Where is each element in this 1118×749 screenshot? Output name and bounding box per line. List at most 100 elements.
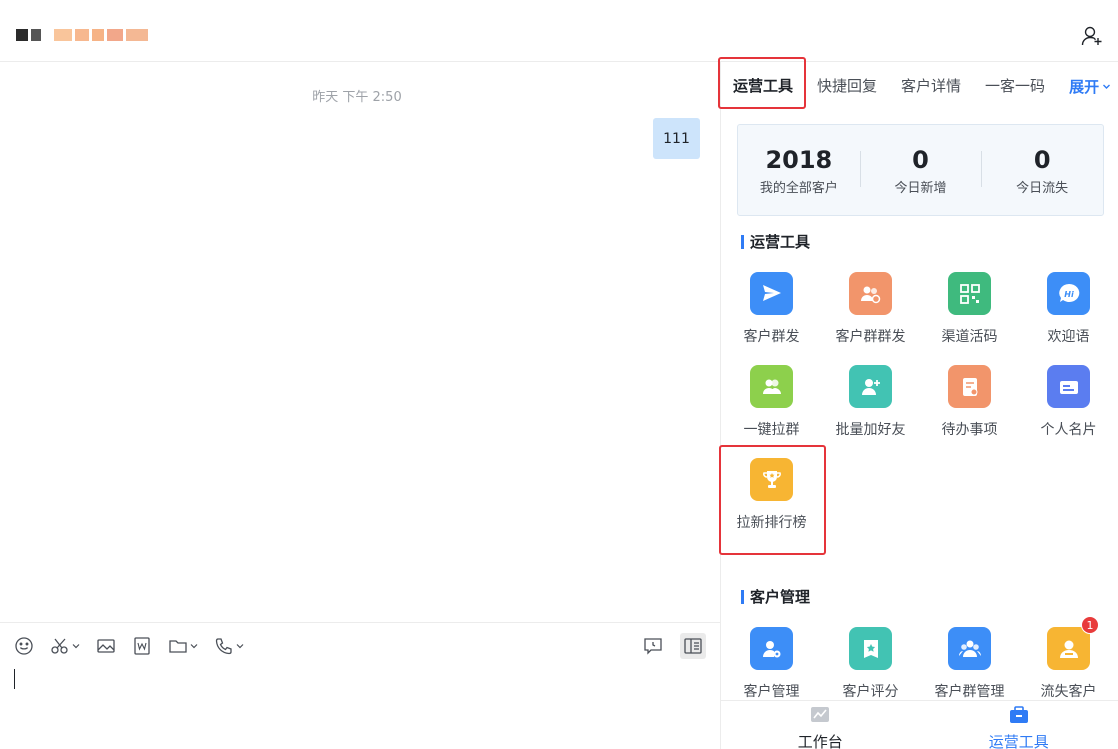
tool-tile[interactable]: 1 流失客户 — [1019, 616, 1118, 701]
tool-tile-label: 客户群群发 — [835, 329, 906, 345]
paper-plane-icon — [750, 272, 793, 315]
image-icon — [97, 639, 115, 653]
tool-tile[interactable]: 批量加好友 — [821, 365, 920, 439]
tool-tile[interactable]: 待办事项 — [920, 365, 1019, 439]
highlight-box-tab — [718, 57, 806, 109]
tool-tile-label: 一键拉群 — [743, 422, 800, 438]
tool-tile-label: 客户管理 — [743, 684, 800, 700]
message-bubble[interactable]: 111 — [653, 118, 700, 159]
tool-tile-label: 渠道活码 — [941, 329, 998, 345]
tool-tile-label: 流失客户 — [1040, 684, 1097, 700]
lost-user-icon: 1 — [1047, 616, 1099, 670]
tool-tile-label: 待办事项 — [941, 422, 998, 438]
message-timestamp: 昨天 下午 2:50 — [312, 90, 402, 105]
tool-tile-label: 个人名片 — [1040, 422, 1097, 438]
group-manage-icon — [948, 627, 991, 670]
tool-tile[interactable]: 客户评分 — [821, 627, 920, 701]
blurred-block — [31, 29, 41, 41]
expand-label: 展开 — [1069, 77, 1100, 96]
id-card-icon — [1047, 365, 1090, 408]
tool-tile[interactable]: 一键拉群 — [722, 365, 821, 439]
notification-badge: 1 — [1081, 616, 1099, 634]
tool-tile-label: 客户群发 — [743, 329, 800, 345]
stat-value: 0 — [1033, 145, 1051, 174]
blurred-block — [54, 29, 72, 41]
chat-area: 昨天 下午 2:50 111 — [0, 62, 720, 622]
tool-tile[interactable]: 渠道活码 — [920, 272, 1019, 346]
blurred-block — [16, 29, 28, 41]
qr-code-icon — [948, 272, 991, 315]
phone-icon — [215, 638, 232, 655]
expand-tabs-button[interactable]: 展开 — [1057, 76, 1111, 97]
nav-label: 工作台 — [797, 733, 843, 749]
blurred-block — [75, 29, 89, 41]
nav-workbench[interactable]: 工作台 — [721, 701, 920, 749]
chat-history-button[interactable] — [640, 633, 666, 659]
scissors-icon — [51, 638, 68, 654]
chevron-down-icon — [236, 644, 244, 649]
stat-value: 2018 — [765, 145, 833, 174]
side-panel-toggle[interactable] — [680, 633, 706, 659]
emoji-button[interactable] — [14, 636, 34, 656]
chat-history-icon — [644, 638, 662, 655]
section-title-operations: 运营工具 — [741, 233, 810, 251]
stat-label: 我的全部客户 — [759, 180, 838, 196]
nav-label: 运营工具 — [988, 733, 1049, 749]
chevron-down-icon — [1103, 84, 1111, 89]
stat-label: 今日新增 — [894, 180, 947, 196]
message-input-area — [0, 622, 720, 749]
file-button[interactable] — [168, 636, 198, 656]
group-send-icon — [849, 272, 892, 315]
user-gear-icon — [750, 627, 793, 670]
tool-tile[interactable]: 客户群管理 — [920, 627, 1019, 701]
chart-icon — [811, 707, 830, 722]
star-card-icon — [849, 627, 892, 670]
tab-customer-details[interactable]: 客户详情 — [889, 62, 973, 110]
stat-value: 0 — [912, 145, 929, 174]
stat-lost-today[interactable]: 0 今日流失 — [981, 145, 1103, 196]
tool-tile-label: 欢迎语 — [1047, 329, 1090, 345]
group-icon — [750, 365, 793, 408]
toolbox-icon — [1009, 706, 1028, 723]
word-doc-icon — [134, 637, 150, 655]
customer-stats-card: 2018 我的全部客户 0 今日新增 0 今日流失 — [737, 124, 1104, 216]
tool-tile-label: 客户群管理 — [934, 684, 1005, 700]
todo-icon — [948, 365, 991, 408]
blurred-block — [92, 29, 104, 41]
svg-text:Hi: Hi — [1064, 290, 1074, 299]
word-doc-button[interactable] — [132, 636, 152, 656]
tool-tile[interactable]: 客户管理 — [722, 627, 821, 701]
stat-label: 今日流失 — [1016, 180, 1069, 196]
tool-tile-label: 批量加好友 — [835, 422, 906, 438]
blurred-block — [126, 29, 148, 41]
text-cursor[interactable] — [14, 669, 15, 689]
header — [0, 0, 1118, 62]
tool-tile[interactable]: 个人名片 — [1019, 365, 1118, 439]
blurred-block — [107, 29, 123, 41]
panel-tabs: 运营工具 快捷回复 客户详情 一客一码 展开 — [718, 57, 1118, 110]
tab-quick-reply[interactable]: 快捷回复 — [805, 62, 889, 110]
image-button[interactable] — [96, 636, 116, 656]
highlight-box-leaderboard — [719, 445, 826, 555]
chevron-down-icon — [72, 644, 80, 649]
stat-new-today[interactable]: 0 今日新增 — [859, 145, 982, 196]
emoji-icon — [15, 637, 33, 655]
section-title-customer-management: 客户管理 — [741, 588, 810, 606]
nav-operations-tools[interactable]: 运营工具 — [920, 701, 1118, 749]
operations-side-panel: 运营工具 快捷回复 客户详情 一客一码 展开 2018 我的全部客户 0 今日新… — [718, 57, 1118, 749]
tool-tile[interactable]: 客户群群发 — [821, 272, 920, 346]
tool-tile[interactable]: 客户群发 — [722, 272, 821, 346]
tool-tile[interactable]: Hi 欢迎语 — [1019, 272, 1118, 346]
folder-icon — [169, 640, 187, 653]
tool-tile-label: 客户评分 — [842, 684, 899, 700]
blurred-chat-title — [16, 26, 148, 44]
call-button[interactable] — [214, 636, 244, 656]
stat-all-customers[interactable]: 2018 我的全部客户 — [738, 145, 860, 196]
add-friend-icon — [849, 365, 892, 408]
input-toolbar — [14, 635, 244, 657]
bottom-nav: 工作台 运营工具 — [721, 700, 1118, 749]
chevron-down-icon — [190, 644, 198, 649]
add-user-icon[interactable] — [1080, 24, 1104, 48]
tab-one-customer-one-code[interactable]: 一客一码 — [973, 62, 1057, 110]
screenshot-button[interactable] — [50, 636, 80, 656]
